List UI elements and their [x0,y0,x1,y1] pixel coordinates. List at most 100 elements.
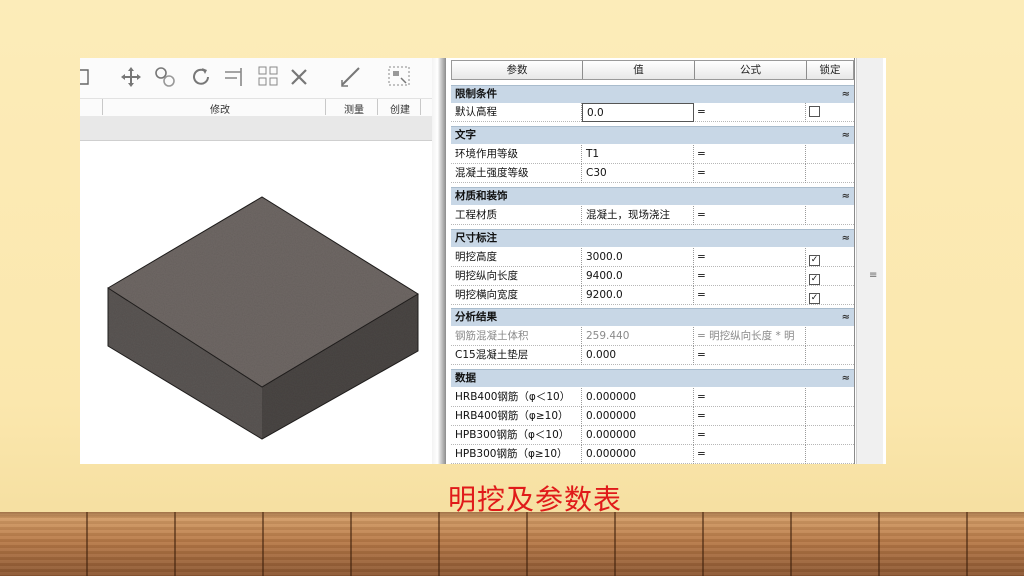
move-icon[interactable] [118,64,144,90]
offset-icon[interactable] [152,64,178,90]
measure-icon[interactable] [338,64,364,90]
pane-splitter[interactable] [432,58,446,464]
table-row[interactable]: HPB300钢筋（φ≥10） 0.000000 = [451,445,854,464]
section-header[interactable]: 文字 ≈ [451,126,854,144]
ribbon-group-create: 创建 [390,105,410,116]
header-lock[interactable]: 锁定 [807,61,853,79]
rotate-icon[interactable] [188,64,214,90]
header-parameter[interactable]: 参数 [452,61,583,79]
ribbon-separator [420,99,421,115]
lock-cell[interactable] [806,407,854,426]
lock-checkbox[interactable] [809,106,820,117]
parameter-value-field[interactable]: 0.000000 [582,445,694,464]
formula-field[interactable]: = 明挖纵向长度 * 明 [694,327,806,346]
table-row[interactable]: 明挖纵向长度 9400.0 = ✓ [451,267,854,286]
delete-icon[interactable] [286,64,312,90]
table-row[interactable]: HPB300钢筋（φ＜10） 0.000000 = [451,426,854,445]
parameter-value-field[interactable]: 259.440 [582,327,694,346]
header-formula[interactable]: 公式 [695,61,807,79]
parameter-value-field[interactable]: 0.000000 [582,407,694,426]
parameter-name: 明挖高度 [451,248,582,267]
lock-cell[interactable] [806,164,854,183]
view-tab-strip [80,116,432,141]
lock-cell[interactable] [806,346,854,365]
collapse-chevron-icon[interactable]: ≈ [842,309,850,326]
table-row[interactable]: 钢筋混凝土体积 259.440 = 明挖纵向长度 * 明 [451,327,854,346]
formula-field[interactable]: = [694,103,806,122]
formula-field[interactable]: = [694,206,806,225]
lock-cell[interactable] [806,103,854,122]
table-row[interactable]: 明挖高度 3000.0 = ✓ [451,248,854,267]
vertical-scrollbar[interactable]: ≡ [856,58,883,464]
formula-field[interactable]: = [694,267,806,286]
lock-cell[interactable]: ✓ [806,267,854,286]
parameter-name: 明挖纵向长度 [451,267,582,286]
formula-field[interactable]: = [694,346,806,365]
table-row[interactable]: 默认高程 0.0 = [451,103,854,122]
table-row[interactable]: 混凝土强度等级 C30 = [451,164,854,183]
lock-cell[interactable]: ✓ [806,286,854,305]
formula-field[interactable]: = [694,445,806,464]
section-header[interactable]: 尺寸标注 ≈ [451,229,854,247]
parameter-value-field[interactable]: 0.0 [582,103,694,122]
table-row[interactable]: HRB400钢筋（φ＜10） 0.000000 = [451,388,854,407]
lock-cell[interactable] [806,206,854,225]
parameter-name: 工程材质 [451,206,582,225]
trim-icon[interactable] [222,64,248,90]
excavation-block-3d[interactable] [80,141,432,464]
create-group-icon[interactable] [386,64,412,90]
section-header[interactable]: 数据 ≈ [451,369,854,387]
lock-cell[interactable] [806,388,854,407]
lock-checkbox[interactable]: ✓ [809,255,820,266]
collapse-chevron-icon[interactable]: ≈ [842,230,850,247]
lock-cell[interactable] [806,145,854,164]
collapse-chevron-icon[interactable]: ≈ [842,86,850,103]
lock-checkbox[interactable]: ✓ [809,274,820,285]
header-value[interactable]: 值 [583,61,695,79]
formula-field[interactable]: = [694,286,806,305]
collapse-chevron-icon[interactable]: ≈ [842,188,850,205]
formula-field[interactable]: = [694,388,806,407]
table-row[interactable]: HRB400钢筋（φ≥10） 0.000000 = [451,407,854,426]
parameter-value-field[interactable]: 0.000000 [582,388,694,407]
formula-field[interactable]: = [694,426,806,445]
ribbon-toolbar: 修改 测量 创建 [80,58,432,117]
parameter-value-field[interactable]: 混凝土，现场浇注 [582,206,694,225]
lock-checkbox[interactable]: ✓ [809,293,820,304]
formula-field[interactable]: = [694,164,806,183]
model-view-pane: 修改 测量 创建 [80,58,432,464]
model-canvas[interactable] [80,141,432,464]
lock-cell[interactable] [806,327,854,346]
table-row[interactable]: 明挖横向宽度 9200.0 = ✓ [451,286,854,305]
collapse-chevron-icon[interactable]: ≈ [842,370,850,387]
formula-field[interactable]: = [694,407,806,426]
family-types-table: 参数 值 公式 锁定 限制条件 ≈ 默认高程 0.0 = 文字 ≈ 环境作用等级 T1 = 混凝土强… [446,58,886,464]
parameter-name: 环境作用等级 [451,145,582,164]
wood-floor-decoration [0,512,1024,576]
table-row[interactable]: 工程材质 混凝土，现场浇注 = [451,206,854,225]
parameter-value-field[interactable]: C30 [582,164,694,183]
section-header[interactable]: 限制条件 ≈ [451,85,854,103]
formula-field[interactable]: = [694,248,806,267]
ribbon-separator [377,99,378,115]
collapse-chevron-icon[interactable]: ≈ [842,127,850,144]
array-icon[interactable] [256,64,282,90]
lock-cell[interactable] [806,445,854,464]
scroll-grip-icon[interactable]: ≡ [869,270,877,281]
table-row[interactable]: C15混凝土垫层 0.000 = [451,346,854,365]
parameter-value-field[interactable]: 0.000000 [582,426,694,445]
parameter-value-field[interactable]: 9200.0 [582,286,694,305]
parameter-value-field[interactable]: 3000.0 [582,248,694,267]
formula-field[interactable]: = [694,145,806,164]
parameter-name: C15混凝土垫层 [451,346,582,365]
table-row[interactable]: 环境作用等级 T1 = [451,145,854,164]
parameter-value-field[interactable]: 0.000 [582,346,694,365]
copy-icon[interactable] [80,64,100,90]
parameter-value-field[interactable]: T1 [582,145,694,164]
section-header[interactable]: 分析结果 ≈ [451,308,854,326]
parameter-value-field[interactable]: 9400.0 [582,267,694,286]
lock-cell[interactable]: ✓ [806,248,854,267]
grid-edge [854,58,855,464]
lock-cell[interactable] [806,426,854,445]
section-header[interactable]: 材质和装饰 ≈ [451,187,854,205]
